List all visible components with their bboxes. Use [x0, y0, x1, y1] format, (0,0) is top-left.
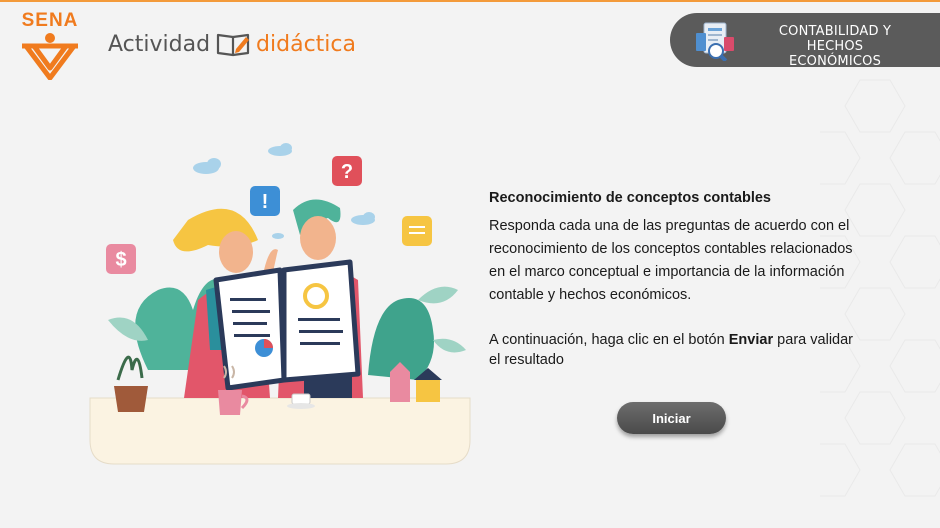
activity-instructions: Responda cada una de las preguntas de ac…: [489, 218, 853, 303]
module-title-line2: HECHOS ECONÓMICOS: [788, 39, 882, 69]
open-book-pencil-icon: [216, 33, 250, 57]
submit-note-button-name: Enviar: [728, 332, 774, 348]
start-button[interactable]: Iniciar: [617, 402, 726, 434]
reading-document-illustration: ? ! $: [89, 143, 471, 465]
sena-logo: SENA: [14, 10, 86, 80]
brand-title: Actividad didáctica: [108, 28, 356, 60]
svg-text:?: ?: [341, 161, 353, 183]
module-title-line1: CONTABILIDAD Y: [778, 24, 892, 39]
module-badge: CONTABILIDAD Y HECHOS ECONÓMICOS: [670, 13, 940, 69]
exclamation-badge-icon: !: [250, 186, 280, 216]
module-title: CONTABILIDAD Y HECHOS ECONÓMICOS: [760, 24, 910, 69]
dollar-badge-icon: $: [106, 244, 136, 274]
potted-plant: [114, 355, 148, 412]
sena-logo-text: SENA: [21, 10, 79, 31]
svg-text:$: $: [115, 249, 126, 271]
brand-word-actividad: Actividad: [108, 31, 211, 57]
activity-content: Reconocimiento de conceptos contables Re…: [489, 190, 853, 370]
open-document-icon: [213, 259, 361, 391]
table-surface: [89, 397, 471, 465]
chat-badge-icon: [402, 216, 432, 246]
brand-word-didactica: didáctica: [256, 31, 356, 57]
svg-text:!: !: [262, 191, 269, 213]
top-accent-line: [0, 0, 940, 2]
sena-logo-mark: [22, 33, 78, 80]
activity-title: Reconocimiento de conceptos contables: [489, 190, 771, 206]
accounting-documents-icon: [696, 22, 734, 61]
submit-note-prefix: A continuación, haga clic en el botón: [489, 332, 729, 348]
submit-note: A continuación, haga clic en el botón En…: [489, 330, 853, 370]
question-badge-icon: ?: [332, 156, 362, 186]
